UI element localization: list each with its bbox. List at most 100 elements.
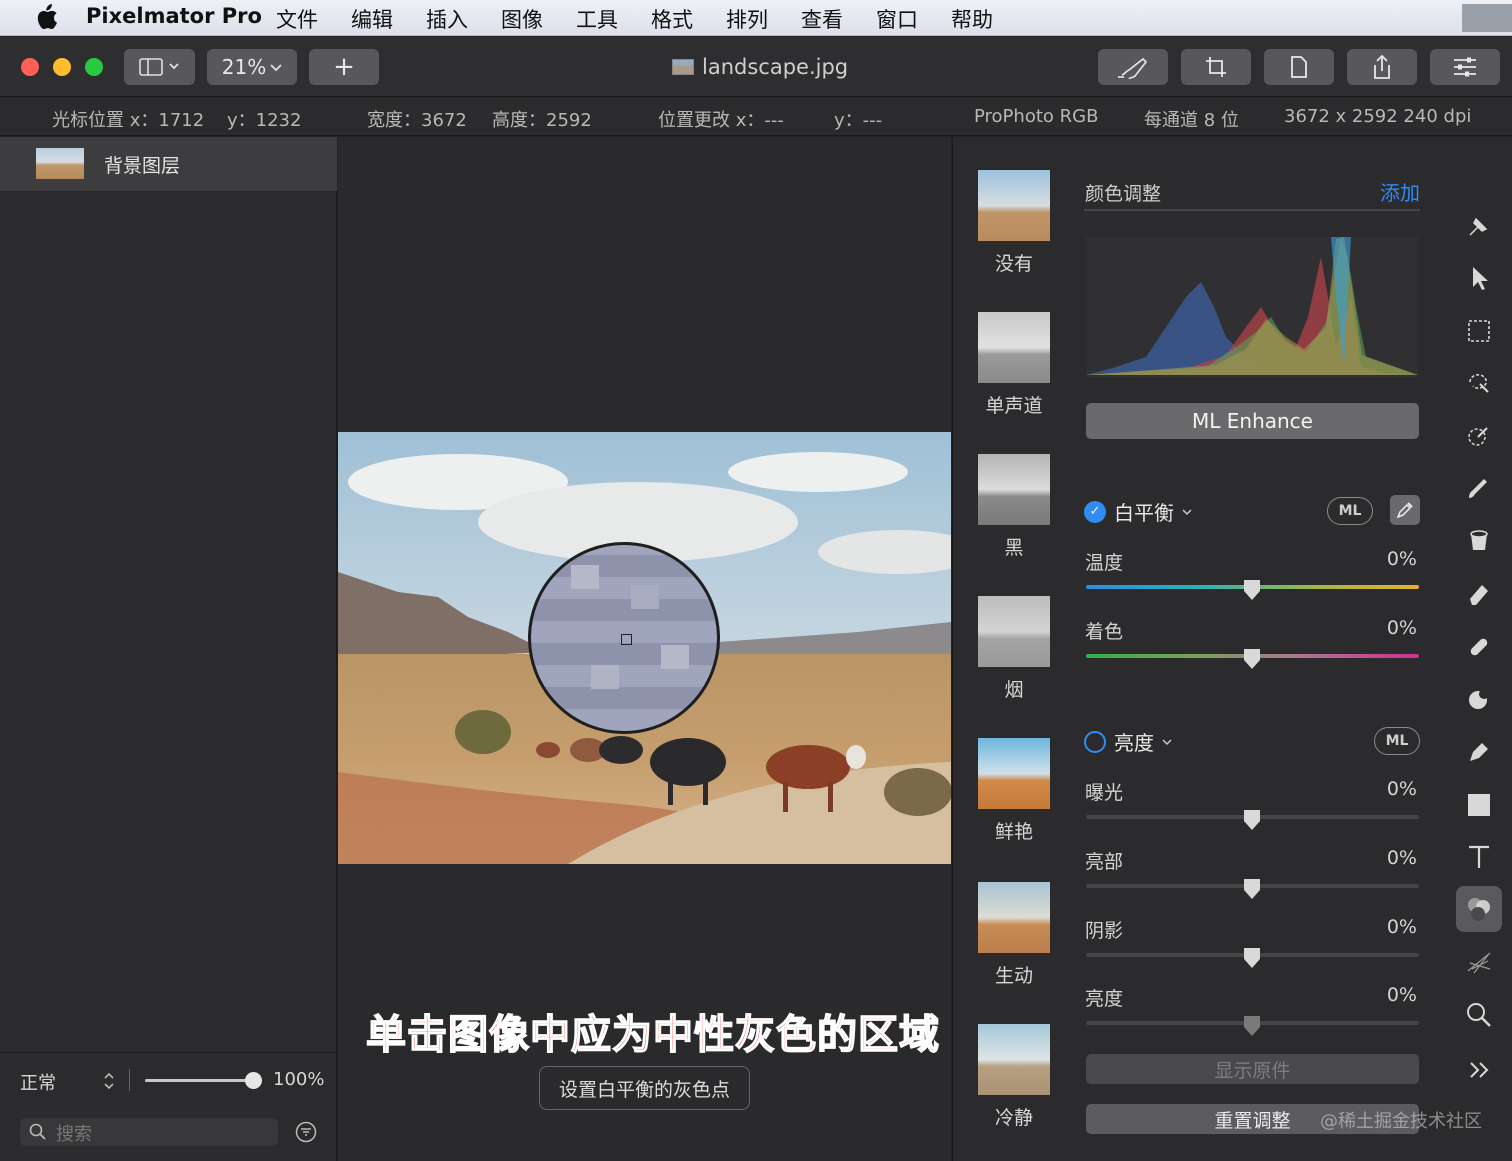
zoom-window-button[interactable] — [85, 58, 103, 76]
menu-edit[interactable]: 编辑 — [351, 4, 393, 34]
menu-tools[interactable]: 工具 — [576, 4, 618, 34]
tint-slider-knob[interactable] — [1244, 649, 1260, 669]
share-icon — [1374, 54, 1390, 79]
layer-row[interactable]: 背景图层 — [0, 137, 337, 191]
color-picker-icon[interactable] — [1464, 421, 1494, 451]
add-button[interactable]: + — [309, 49, 379, 85]
zoom-icon[interactable] — [1464, 1000, 1494, 1030]
text-icon[interactable] — [1464, 842, 1494, 872]
brush-stroke-icon — [1118, 57, 1148, 79]
eraser-icon[interactable] — [1464, 579, 1494, 609]
shape-icon[interactable] — [1464, 790, 1494, 820]
layers-sidebar: 背景图层 正常 100% 搜索 — [0, 137, 337, 1161]
white-balance-header[interactable]: ✓ 白平衡 — [1084, 497, 1192, 526]
opacity-slider-knob[interactable] — [245, 1072, 262, 1089]
menubar-status-area — [1462, 4, 1512, 32]
menu-view[interactable]: 查看 — [801, 4, 843, 34]
preset-thumbnail — [978, 454, 1050, 525]
sidebar-toggle-button[interactable] — [124, 49, 195, 85]
color-picker-loupe[interactable] — [528, 542, 720, 734]
share-button[interactable] — [1347, 49, 1417, 85]
eyedropper-button[interactable] — [1390, 495, 1420, 525]
close-window-button[interactable] — [21, 58, 39, 76]
format-button[interactable] — [1264, 49, 1334, 85]
adjust-panel-button[interactable] — [1430, 49, 1500, 85]
zoom-select[interactable]: 21% — [207, 49, 297, 85]
window-toolbar: 21% + landscape.jpg — [0, 37, 1512, 97]
document-icon — [1291, 56, 1307, 78]
lightness-ml-button[interactable]: ML — [1374, 727, 1420, 755]
preset-label: 冷静 — [994, 1107, 1033, 1129]
apple-icon[interactable] — [34, 4, 58, 30]
ml-enhance-button[interactable]: ML Enhance — [1086, 403, 1419, 439]
preset-none[interactable]: 没有 — [978, 170, 1050, 276]
brightness-slider-knob[interactable] — [1244, 1016, 1260, 1036]
preset-label: 单声道 — [985, 395, 1043, 417]
menu-help[interactable]: 帮助 — [951, 4, 993, 34]
preset-smoke[interactable]: 烟 — [978, 596, 1050, 702]
fill-icon[interactable] — [1464, 526, 1494, 556]
more-icon[interactable] — [1464, 1055, 1494, 1085]
preset-thumbnail — [978, 312, 1050, 383]
preset-thumbnail — [978, 738, 1050, 809]
show-original-button[interactable]: 显示原件 — [1086, 1054, 1419, 1084]
preset-lively[interactable]: 生动 — [978, 882, 1050, 988]
crop-button[interactable] — [1181, 49, 1251, 85]
menu-file[interactable]: 文件 — [276, 4, 318, 34]
arrange-icon[interactable] — [1464, 211, 1494, 241]
distort-icon[interactable] — [1464, 684, 1494, 714]
effects-icon[interactable] — [1464, 947, 1494, 977]
lightness-checkbox[interactable] — [1084, 730, 1106, 753]
white-balance-checkbox[interactable]: ✓ — [1084, 500, 1106, 523]
opacity-slider[interactable] — [145, 1072, 262, 1089]
preset-vivid[interactable]: 鲜艳 — [978, 738, 1050, 844]
minimize-window-button[interactable] — [53, 58, 71, 76]
pen-icon[interactable] — [1464, 737, 1494, 767]
white-balance-ml-button[interactable]: ML — [1327, 497, 1373, 525]
loupe-center-target — [621, 634, 632, 645]
filter-icon[interactable] — [295, 1121, 317, 1143]
menu-window[interactable]: 窗口 — [876, 4, 918, 34]
app-name-menu[interactable]: Pixelmator Pro — [86, 4, 262, 28]
chevron-down-icon — [1162, 738, 1172, 745]
preset-label: 生动 — [994, 965, 1033, 987]
blend-mode-select[interactable]: 正常 — [20, 1069, 56, 1095]
shadows-slider-knob[interactable] — [1244, 948, 1260, 968]
menu-insert[interactable]: 插入 — [426, 4, 468, 34]
chevron-down-icon — [270, 64, 282, 72]
lightness-header[interactable]: 亮度 — [1084, 727, 1172, 756]
temperature-label: 温度 — [1085, 552, 1124, 574]
brush-icon[interactable] — [1464, 474, 1494, 504]
preset-black[interactable]: 黑 — [978, 454, 1050, 560]
exposure-slider-knob[interactable] — [1244, 810, 1260, 830]
landscape-photo[interactable] — [338, 432, 951, 864]
preset-calm[interactable]: 冷静 — [978, 1024, 1050, 1130]
color-adjust-icon[interactable] — [1456, 886, 1502, 932]
sliders-icon — [1454, 57, 1476, 77]
rect-select-icon[interactable] — [1464, 316, 1494, 346]
highlights-value: 0% — [1386, 847, 1417, 869]
loupe-pixel — [571, 565, 599, 589]
preset-thumbnail — [978, 596, 1050, 667]
layers-search-input[interactable]: 搜索 — [20, 1118, 278, 1146]
menu-arrange[interactable]: 排列 — [726, 4, 768, 34]
ml-tools-button[interactable] — [1098, 49, 1168, 85]
temperature-slider-knob[interactable] — [1244, 580, 1260, 600]
preset-thumbnail — [978, 170, 1050, 241]
opacity-slider-fill — [145, 1079, 253, 1082]
preset-mono[interactable]: 单声道 — [978, 312, 1050, 418]
menu-image[interactable]: 图像 — [501, 4, 543, 34]
canvas-area[interactable]: 单击图像中应为中性灰色的区域 设置白平衡的灰色点 — [338, 137, 951, 1161]
magic-select-icon[interactable] — [1464, 368, 1494, 398]
document-title: landscape.jpg — [672, 55, 848, 79]
select-arrow-icon[interactable] — [1464, 263, 1494, 293]
menu-format[interactable]: 格式 — [651, 4, 693, 34]
search-icon — [29, 1123, 46, 1140]
add-adjustment-button[interactable]: 添加 — [1380, 177, 1420, 206]
image-height: 高度：2592 — [492, 110, 592, 131]
brightness-value: 0% — [1386, 984, 1417, 1006]
white-balance-label: 白平衡 — [1114, 501, 1174, 525]
repair-icon[interactable] — [1464, 632, 1494, 662]
highlights-slider-knob[interactable] — [1244, 879, 1260, 899]
up-down-chevron-icon[interactable] — [103, 1071, 115, 1091]
